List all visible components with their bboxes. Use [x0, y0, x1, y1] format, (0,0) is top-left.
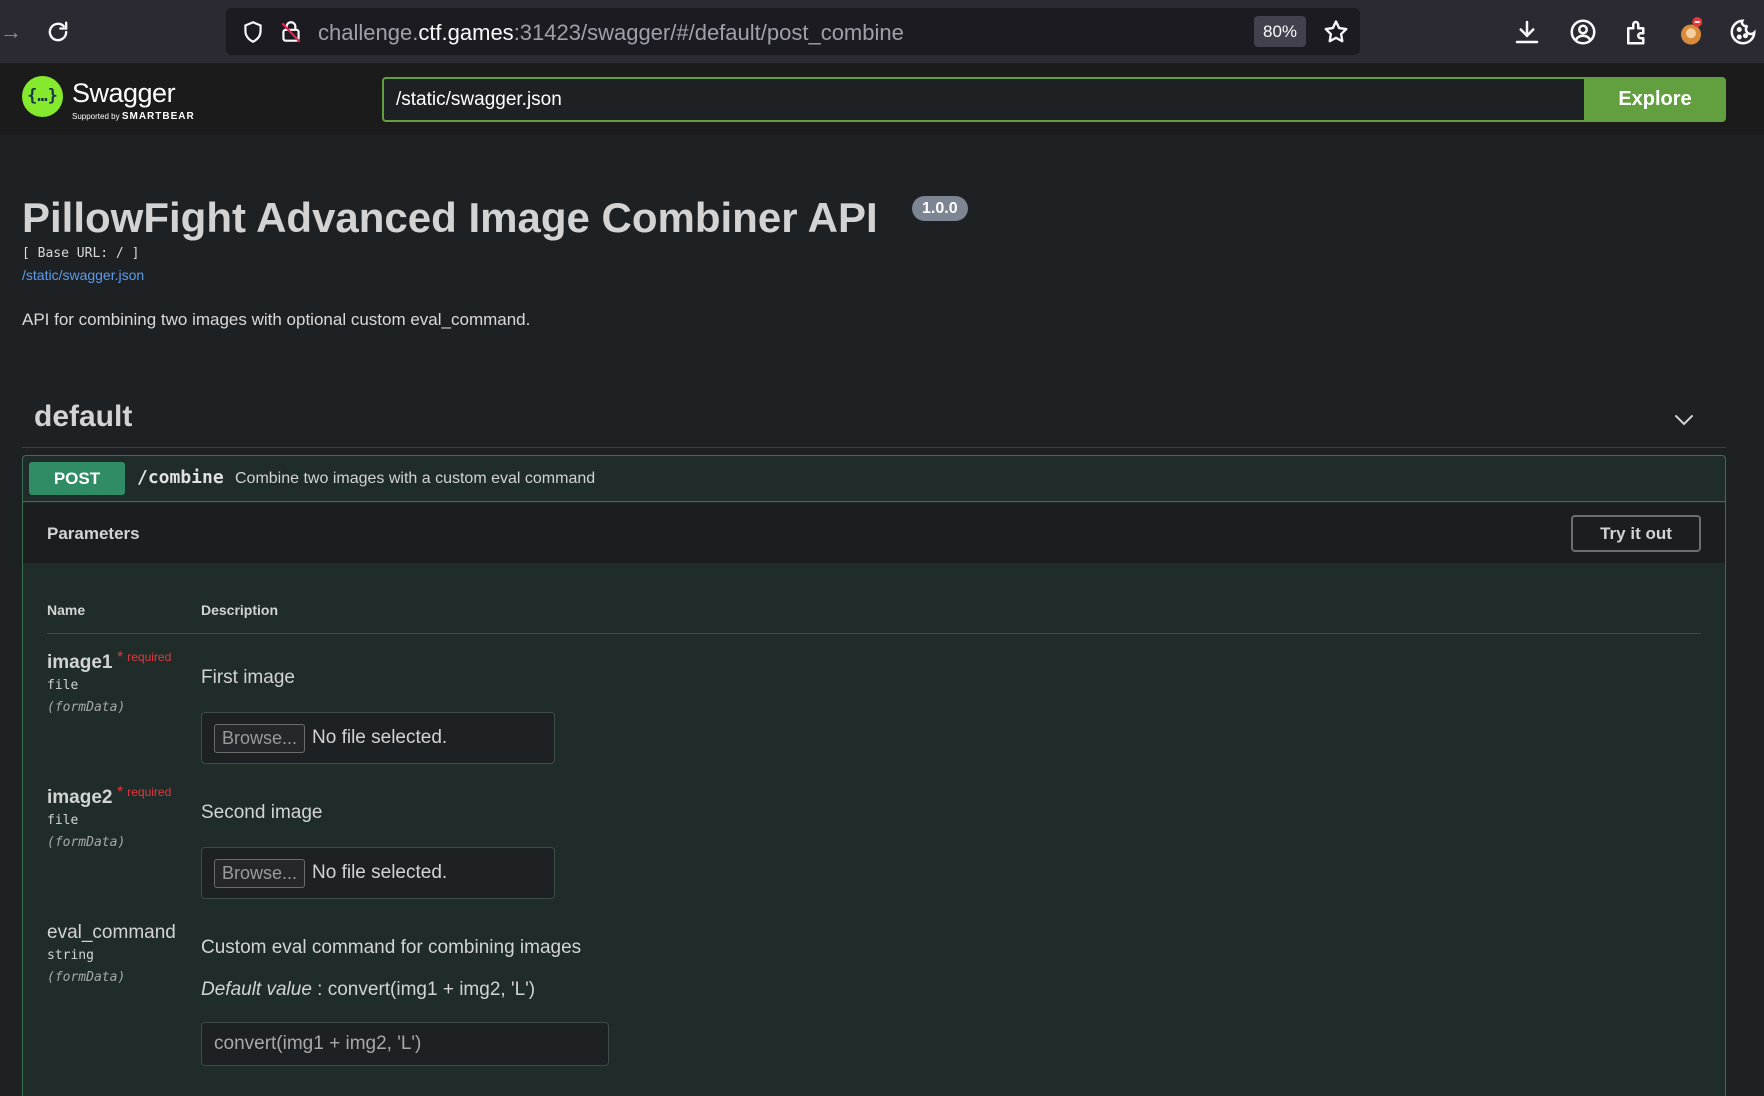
- param-location: (formData): [47, 700, 126, 715]
- required-indicator: * required: [117, 784, 172, 801]
- browse-button[interactable]: Browse...: [214, 724, 305, 753]
- base-url: [ Base URL: / ]: [22, 246, 140, 261]
- file-status: No file selected.: [312, 862, 448, 883]
- parameters-title: Parameters: [47, 524, 140, 543]
- spec-url-input[interactable]: [382, 77, 1584, 122]
- header-divider: [47, 633, 1701, 634]
- eval-command-input[interactable]: [201, 1022, 609, 1066]
- bookmark-star-icon[interactable]: [1322, 18, 1350, 46]
- param-type: string: [47, 948, 94, 963]
- api-description: API for combining two images with option…: [22, 310, 531, 329]
- url-text[interactable]: challenge.ctf.games:31423/swagger/#/defa…: [318, 20, 904, 46]
- image1-file-input[interactable]: Browse... No file selected.: [201, 712, 555, 764]
- tag-section-default[interactable]: default: [22, 392, 1726, 448]
- image2-file-input[interactable]: Browse... No file selected.: [201, 847, 555, 899]
- param-type: file: [47, 678, 79, 693]
- operation-path: /combine: [137, 467, 224, 488]
- api-title: PillowFight Advanced Image Combiner API: [22, 194, 878, 241]
- tag-name: default: [34, 400, 133, 433]
- account-icon[interactable]: [1568, 17, 1598, 47]
- param-default-value: Default value : convert(img1 + img2, 'L'…: [201, 979, 536, 1000]
- param-description: First image: [201, 667, 295, 688]
- param-description: Custom eval command for combining images: [201, 937, 582, 958]
- param-type: file: [47, 813, 79, 828]
- extension-avatar-icon[interactable]: [1676, 17, 1706, 47]
- browser-toolbar: → challenge.ctf.games:31423/swagger/#/de…: [0, 0, 1764, 63]
- cookie-icon[interactable]: [1728, 17, 1758, 47]
- param-location: (formData): [47, 970, 126, 985]
- browse-button[interactable]: Browse...: [214, 859, 305, 888]
- reload-icon[interactable]: [44, 18, 72, 46]
- param-location: (formData): [47, 835, 126, 850]
- param-name-image1: image1: [47, 652, 113, 673]
- operation-post-combine: POST /combine Combine two images with a …: [22, 455, 1726, 1096]
- logo-name: Swagger: [72, 78, 176, 108]
- file-status: No file selected.: [312, 727, 448, 748]
- chevron-down-icon[interactable]: [1672, 408, 1696, 432]
- operation-description: Combine two images with a custom eval co…: [235, 470, 596, 487]
- param-name-eval-command: eval_command: [47, 922, 176, 943]
- logo-subtitle: Supported by SMARTBEAR: [72, 111, 195, 122]
- required-indicator: * required: [117, 649, 172, 666]
- download-icon[interactable]: [1512, 17, 1542, 47]
- version-badge: 1.0.0: [912, 196, 968, 221]
- spec-link[interactable]: /static/swagger.json: [22, 267, 144, 283]
- explore-button[interactable]: Explore: [1584, 77, 1726, 122]
- param-name-image2: image2: [47, 787, 113, 808]
- try-it-out-button[interactable]: Try it out: [1571, 515, 1701, 552]
- param-description: Second image: [201, 802, 323, 823]
- method-badge: POST: [29, 462, 125, 495]
- operation-summary[interactable]: POST /combine Combine two images with a …: [23, 456, 1725, 502]
- extensions-icon[interactable]: [1622, 17, 1652, 47]
- insecure-lock-icon[interactable]: [278, 19, 304, 45]
- column-header-name: Name: [47, 602, 86, 618]
- zoom-level-badge[interactable]: 80%: [1254, 16, 1306, 47]
- swagger-logo-icon: {…}: [22, 76, 63, 117]
- forward-icon[interactable]: →: [0, 20, 22, 44]
- swagger-logo[interactable]: {…} Swagger Supported by SMARTBEAR: [22, 75, 202, 123]
- parameters-header: Parameters Try it out: [23, 503, 1725, 563]
- shield-icon[interactable]: [240, 19, 266, 45]
- address-bar[interactable]: challenge.ctf.games:31423/swagger/#/defa…: [226, 8, 1360, 55]
- swagger-topbar: {…} Swagger Supported by SMARTBEAR Explo…: [0, 63, 1764, 135]
- column-header-description: Description: [201, 602, 279, 618]
